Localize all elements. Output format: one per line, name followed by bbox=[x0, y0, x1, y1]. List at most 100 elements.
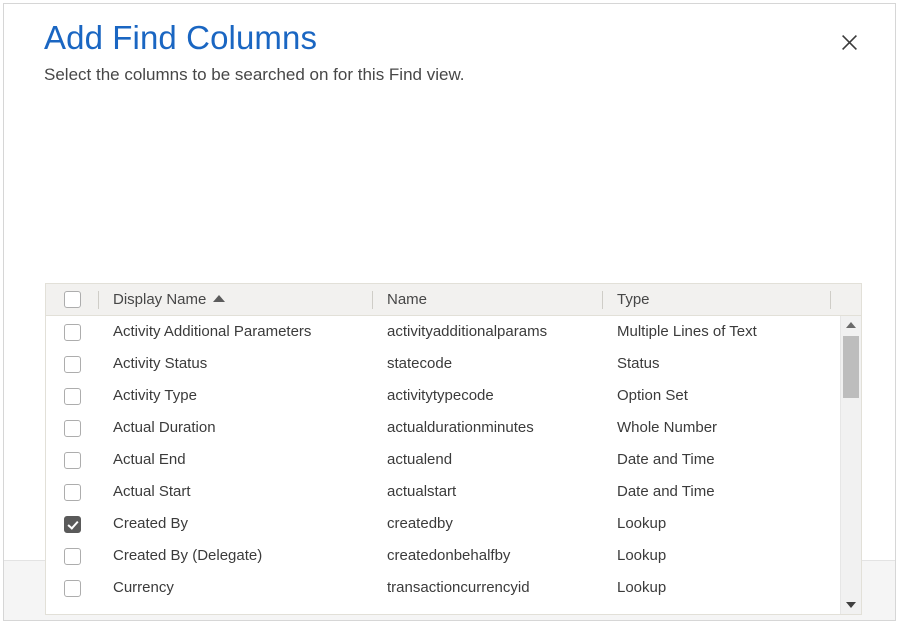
cell-name-text: activitytypecode bbox=[387, 387, 494, 404]
scrollbar-thumb[interactable] bbox=[843, 336, 859, 398]
scroll-up-icon bbox=[846, 322, 856, 328]
table-row[interactable]: Created By (Delegate) createdonbehalfby Lo… bbox=[46, 540, 840, 572]
row-checkbox[interactable] bbox=[64, 516, 81, 533]
cell-type: Lookup bbox=[603, 515, 830, 533]
cell-display-name: Currency bbox=[99, 579, 372, 597]
table-row[interactable]: Currency transactioncurrencyid Lookup bbox=[46, 572, 840, 604]
cell-name: createdby bbox=[373, 515, 602, 533]
cell-name-text: actualstart bbox=[387, 483, 456, 500]
cell-type-text: Date and Time bbox=[617, 451, 715, 468]
close-button[interactable] bbox=[833, 26, 865, 58]
column-header-display-name[interactable]: Display Name bbox=[99, 291, 372, 309]
table-row[interactable]: Actual Duration actualdurationminutes Whol… bbox=[46, 412, 840, 444]
cell-display-name: Created By bbox=[99, 515, 372, 533]
cell-name: createdonbehalfby bbox=[373, 547, 602, 565]
cell-type-text: Date and Time bbox=[617, 483, 715, 500]
dialog-subtitle: Select the columns to be searched on for… bbox=[44, 63, 855, 87]
row-checkbox[interactable] bbox=[64, 388, 81, 405]
row-checkbox[interactable] bbox=[64, 580, 81, 597]
row-checkbox-cell bbox=[46, 580, 98, 597]
dialog-body: Display Name Name Type Activity Addition… bbox=[4, 87, 895, 560]
cell-name-text: actualdurationminutes bbox=[387, 419, 534, 436]
row-checkbox-cell bbox=[46, 356, 98, 373]
select-all-cell bbox=[46, 291, 98, 308]
column-header-type-label: Type bbox=[617, 291, 650, 308]
cell-type: Option Set bbox=[603, 387, 830, 405]
cell-display-name-text: Actual End bbox=[113, 451, 186, 468]
add-find-columns-dialog: Add Find Columns Select the columns to b… bbox=[3, 3, 896, 621]
cell-type: Lookup bbox=[603, 579, 830, 597]
cell-display-name-text: Actual Duration bbox=[113, 419, 216, 436]
row-checkbox[interactable] bbox=[64, 548, 81, 565]
cell-name: activitytypecode bbox=[373, 387, 602, 405]
column-header-display-name-label: Display Name bbox=[113, 291, 206, 308]
cell-display-name-text: Currency bbox=[113, 579, 174, 596]
cell-name-text: statecode bbox=[387, 355, 452, 372]
cell-display-name-text: Created By bbox=[113, 515, 188, 532]
cell-type-text: Lookup bbox=[617, 515, 666, 532]
cell-type-text: Status bbox=[617, 355, 660, 372]
cell-display-name: Activity Status bbox=[99, 355, 372, 373]
cell-display-name-text: Activity Type bbox=[113, 387, 197, 404]
cell-display-name-text: Activity Status bbox=[113, 355, 207, 372]
cell-type: Whole Number bbox=[603, 419, 830, 437]
cell-name-text: activityadditionalparams bbox=[387, 323, 547, 340]
sort-ascending-icon bbox=[213, 295, 225, 302]
cell-type: Date and Time bbox=[603, 483, 830, 501]
row-checkbox-cell bbox=[46, 484, 98, 501]
row-checkbox-cell bbox=[46, 516, 98, 533]
cell-name: activityadditionalparams bbox=[373, 323, 602, 341]
grid-rows-area: Activity Additional Parameters activityad… bbox=[46, 316, 861, 614]
cell-name-text: transactioncurrencyid bbox=[387, 579, 530, 596]
row-checkbox-cell bbox=[46, 324, 98, 341]
row-checkbox[interactable] bbox=[64, 324, 81, 341]
cell-display-name-text: Activity Additional Parameters bbox=[113, 323, 311, 340]
scroll-down-icon bbox=[846, 602, 856, 608]
grid-header-row: Display Name Name Type bbox=[46, 284, 861, 316]
cell-display-name: Activity Additional Parameters bbox=[99, 323, 372, 341]
cell-display-name: Created By (Delegate) bbox=[99, 547, 372, 565]
cell-name: actualend bbox=[373, 451, 602, 469]
row-checkbox-cell bbox=[46, 420, 98, 437]
close-icon bbox=[841, 34, 858, 51]
vertical-scrollbar[interactable] bbox=[840, 316, 861, 614]
cell-type: Date and Time bbox=[603, 451, 830, 469]
scroll-down-button[interactable] bbox=[841, 596, 861, 614]
table-row[interactable]: Activity Type activitytypecode Option Set bbox=[46, 380, 840, 412]
select-all-checkbox[interactable] bbox=[64, 291, 81, 308]
column-header-name-label: Name bbox=[387, 291, 427, 308]
row-checkbox[interactable] bbox=[64, 420, 81, 437]
row-checkbox-cell bbox=[46, 452, 98, 469]
cell-display-name: Activity Type bbox=[99, 387, 372, 405]
cell-display-name: Actual End bbox=[99, 451, 372, 469]
page-title: Add Find Columns bbox=[44, 18, 855, 58]
table-row[interactable]: Actual End actualend Date and Time bbox=[46, 444, 840, 476]
columns-grid: Display Name Name Type Activity Addition… bbox=[45, 283, 862, 615]
table-row[interactable]: Actual Start actualstart Date and Time bbox=[46, 476, 840, 508]
cell-name: actualstart bbox=[373, 483, 602, 501]
cell-display-name: Actual Start bbox=[99, 483, 372, 501]
cell-name-text: actualend bbox=[387, 451, 452, 468]
cell-type: Status bbox=[603, 355, 830, 373]
row-checkbox[interactable] bbox=[64, 484, 81, 501]
grid-rows: Activity Additional Parameters activityad… bbox=[46, 316, 840, 614]
row-checkbox[interactable] bbox=[64, 356, 81, 373]
scroll-up-button[interactable] bbox=[841, 316, 861, 334]
table-row[interactable]: Activity Status statecode Status bbox=[46, 348, 840, 380]
cell-type-text: Lookup bbox=[617, 579, 666, 596]
column-header-type[interactable]: Type bbox=[603, 291, 830, 309]
cell-type-text: Whole Number bbox=[617, 419, 717, 436]
cell-display-name-text: Created By (Delegate) bbox=[113, 547, 262, 564]
table-row[interactable]: Activity Additional Parameters activityad… bbox=[46, 316, 840, 348]
row-checkbox[interactable] bbox=[64, 452, 81, 469]
scrollbar-track[interactable] bbox=[841, 334, 861, 596]
cell-type: Lookup bbox=[603, 547, 830, 565]
column-header-name[interactable]: Name bbox=[373, 291, 602, 309]
table-row[interactable]: Created By createdby Lookup bbox=[46, 508, 840, 540]
cell-name-text: createdby bbox=[387, 515, 453, 532]
cell-type-text: Multiple Lines of Text bbox=[617, 323, 757, 340]
cell-display-name-text: Actual Start bbox=[113, 483, 191, 500]
cell-name: statecode bbox=[373, 355, 602, 373]
cell-type: Multiple Lines of Text bbox=[603, 323, 830, 341]
cell-type-text: Lookup bbox=[617, 547, 666, 564]
